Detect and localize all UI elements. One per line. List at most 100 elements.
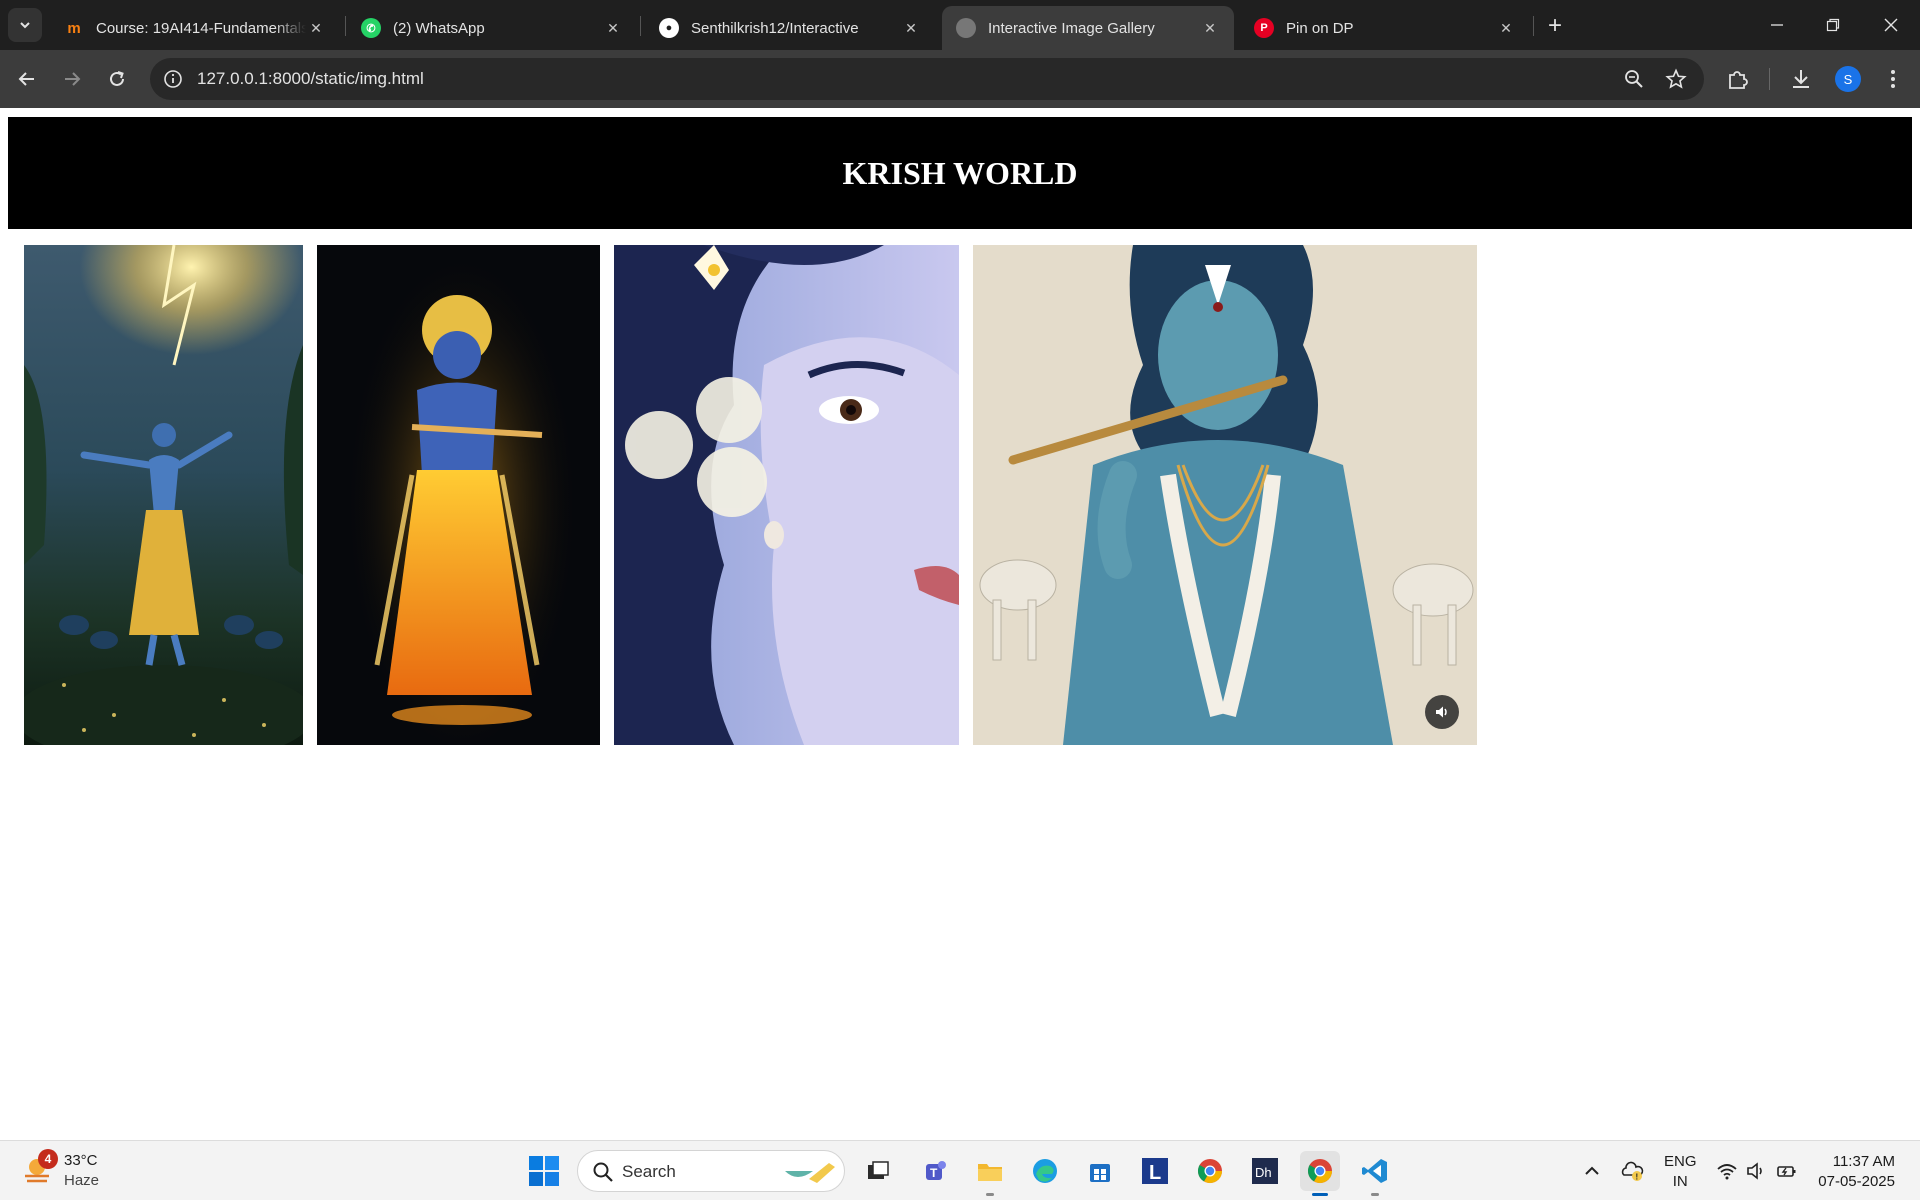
minimize-button[interactable] (1757, 8, 1797, 42)
search-icon (593, 1162, 613, 1182)
globe-favicon-icon (956, 18, 976, 38)
speaker-icon (1436, 706, 1447, 718)
tab-separator (640, 16, 641, 36)
close-icon[interactable]: ✕ (1200, 18, 1220, 38)
l-app[interactable]: L (1135, 1151, 1175, 1191)
chrome-icon (1307, 1159, 1332, 1184)
tab-github[interactable]: ● Senthilkrish12/Interactive ✕ (645, 6, 935, 50)
whatsapp-favicon-icon: ✆ (361, 18, 381, 38)
search-highlight-icon (785, 1163, 835, 1183)
info-icon[interactable] (162, 68, 184, 90)
file-explorer-app[interactable] (970, 1151, 1010, 1191)
browser-toolbar: 127.0.0.1:8000/static/img.html (0, 50, 1920, 108)
l-app-icon: L (1142, 1158, 1168, 1184)
arrow-right-icon (65, 72, 81, 86)
battery-charging-icon[interactable] (1775, 1159, 1799, 1183)
system-clock[interactable]: 11:37 AM 07-05-2025 (1815, 1152, 1895, 1192)
close-icon (1884, 18, 1898, 32)
volume-icon[interactable] (1745, 1159, 1769, 1183)
tab-course[interactable]: m Course: 19AI414-Fundamentals ✕ (50, 6, 340, 50)
windows-start-icon[interactable] (528, 1155, 560, 1187)
download-icon[interactable] (1788, 66, 1814, 92)
task-view-button[interactable] (858, 1151, 898, 1191)
language-code: ENG (1664, 1153, 1697, 1170)
vscode-app[interactable] (1355, 1151, 1395, 1191)
extensions-icon[interactable] (1725, 66, 1751, 92)
tab-title: Course: 19AI414-Fundamentals (96, 19, 306, 37)
chrome-app[interactable] (1190, 1151, 1230, 1191)
krishna-dancing-peacocks-image[interactable] (24, 245, 303, 745)
close-icon[interactable]: ✕ (306, 18, 326, 38)
toolbar-separator (1769, 68, 1770, 90)
star-icon[interactable] (1665, 68, 1687, 90)
chrome-icon (1197, 1159, 1222, 1184)
tab-whatsapp[interactable]: ✆ (2) WhatsApp ✕ (347, 6, 637, 50)
new-tab-button[interactable]: + (1540, 12, 1570, 40)
window-close-button[interactable] (1871, 8, 1911, 42)
chrome-app-active[interactable] (1300, 1151, 1340, 1191)
onedrive-warning-icon[interactable]: ! (1620, 1159, 1644, 1183)
tab-interactive-gallery[interactable]: Interactive Image Gallery ✕ (942, 6, 1234, 50)
folder-icon (978, 1164, 1002, 1181)
forward-button[interactable] (55, 62, 89, 96)
tab-strip: m Course: 19AI414-Fundamentals ✕ ✆ (2) W… (0, 0, 1920, 50)
moodle-favicon-icon: m (67, 19, 81, 37)
weather-alert-badge: 4 (38, 1149, 58, 1169)
tab-search-button[interactable] (8, 8, 42, 42)
language-indicator[interactable]: ENG IN (1664, 1152, 1697, 1192)
page-header: KRISH WORLD (8, 117, 1912, 229)
pinterest-favicon-icon: P (1254, 18, 1274, 38)
krishna-glowing-flute-image[interactable] (317, 245, 600, 745)
wifi-icon[interactable] (1715, 1159, 1739, 1183)
krishna-face-closeup-image[interactable] (614, 245, 959, 745)
arrow-left-icon (18, 72, 34, 86)
kebab-menu-icon[interactable] (1880, 66, 1906, 92)
page-title: KRISH WORLD (842, 154, 1078, 191)
teams-app[interactable]: T (915, 1151, 955, 1191)
glowing-krishna-artwork (317, 245, 600, 745)
url-text[interactable]: 127.0.0.1:8000/static/img.html (197, 69, 424, 89)
taskbar: 4 33°C Haze Search T L Dh ! ENG IN 11:37… (0, 1140, 1920, 1200)
edge-app[interactable] (1025, 1151, 1065, 1191)
back-button[interactable] (10, 62, 44, 96)
active-indicator (1312, 1193, 1328, 1196)
close-icon[interactable]: ✕ (901, 18, 921, 38)
teams-icon: T (926, 1161, 946, 1180)
reload-icon (110, 71, 124, 86)
close-icon[interactable]: ✕ (1496, 18, 1516, 38)
svg-text:Dh: Dh (1255, 1165, 1272, 1180)
restore-button[interactable] (1813, 8, 1853, 42)
region-code: IN (1672, 1173, 1688, 1190)
krishna-flute-cows-painting-image[interactable] (973, 245, 1477, 745)
running-indicator (986, 1193, 994, 1196)
weather-temperature[interactable]: 33°C (64, 1152, 98, 1169)
clock-time: 11:37 AM (1832, 1153, 1895, 1170)
weather-condition[interactable]: Haze (64, 1172, 99, 1189)
task-view-icon (868, 1161, 889, 1179)
reload-button[interactable] (100, 62, 134, 96)
tab-separator (1533, 16, 1534, 36)
store-app[interactable] (1080, 1151, 1120, 1191)
store-icon (1090, 1164, 1110, 1182)
taskbar-search-box[interactable]: Search (577, 1150, 845, 1192)
tab-title: Senthilkrish12/Interactive (691, 19, 859, 37)
zoom-icon[interactable] (1623, 68, 1645, 90)
chevron-up-icon[interactable] (1580, 1159, 1604, 1183)
krishna-painting-artwork (973, 245, 1477, 745)
tab-title: Pin on DP (1286, 19, 1354, 37)
profile-avatar[interactable]: S (1835, 66, 1861, 92)
svg-text:T: T (930, 1166, 938, 1180)
svg-text:L: L (1149, 1162, 1161, 1184)
restore-icon (1826, 18, 1840, 32)
dh-app[interactable]: Dh (1245, 1151, 1285, 1191)
tab-pinterest[interactable]: P Pin on DP ✕ (1240, 6, 1530, 50)
close-icon[interactable]: ✕ (603, 18, 623, 38)
minimize-icon (1771, 24, 1783, 26)
plus-icon: + (1547, 12, 1562, 39)
running-indicator (1371, 1193, 1379, 1196)
krishna-face-artwork (614, 245, 959, 745)
address-bar[interactable]: 127.0.0.1:8000/static/img.html (150, 58, 1704, 100)
clock-date: 07-05-2025 (1818, 1173, 1895, 1190)
tab-separator (345, 16, 346, 36)
sound-toggle-button[interactable] (1425, 695, 1459, 729)
